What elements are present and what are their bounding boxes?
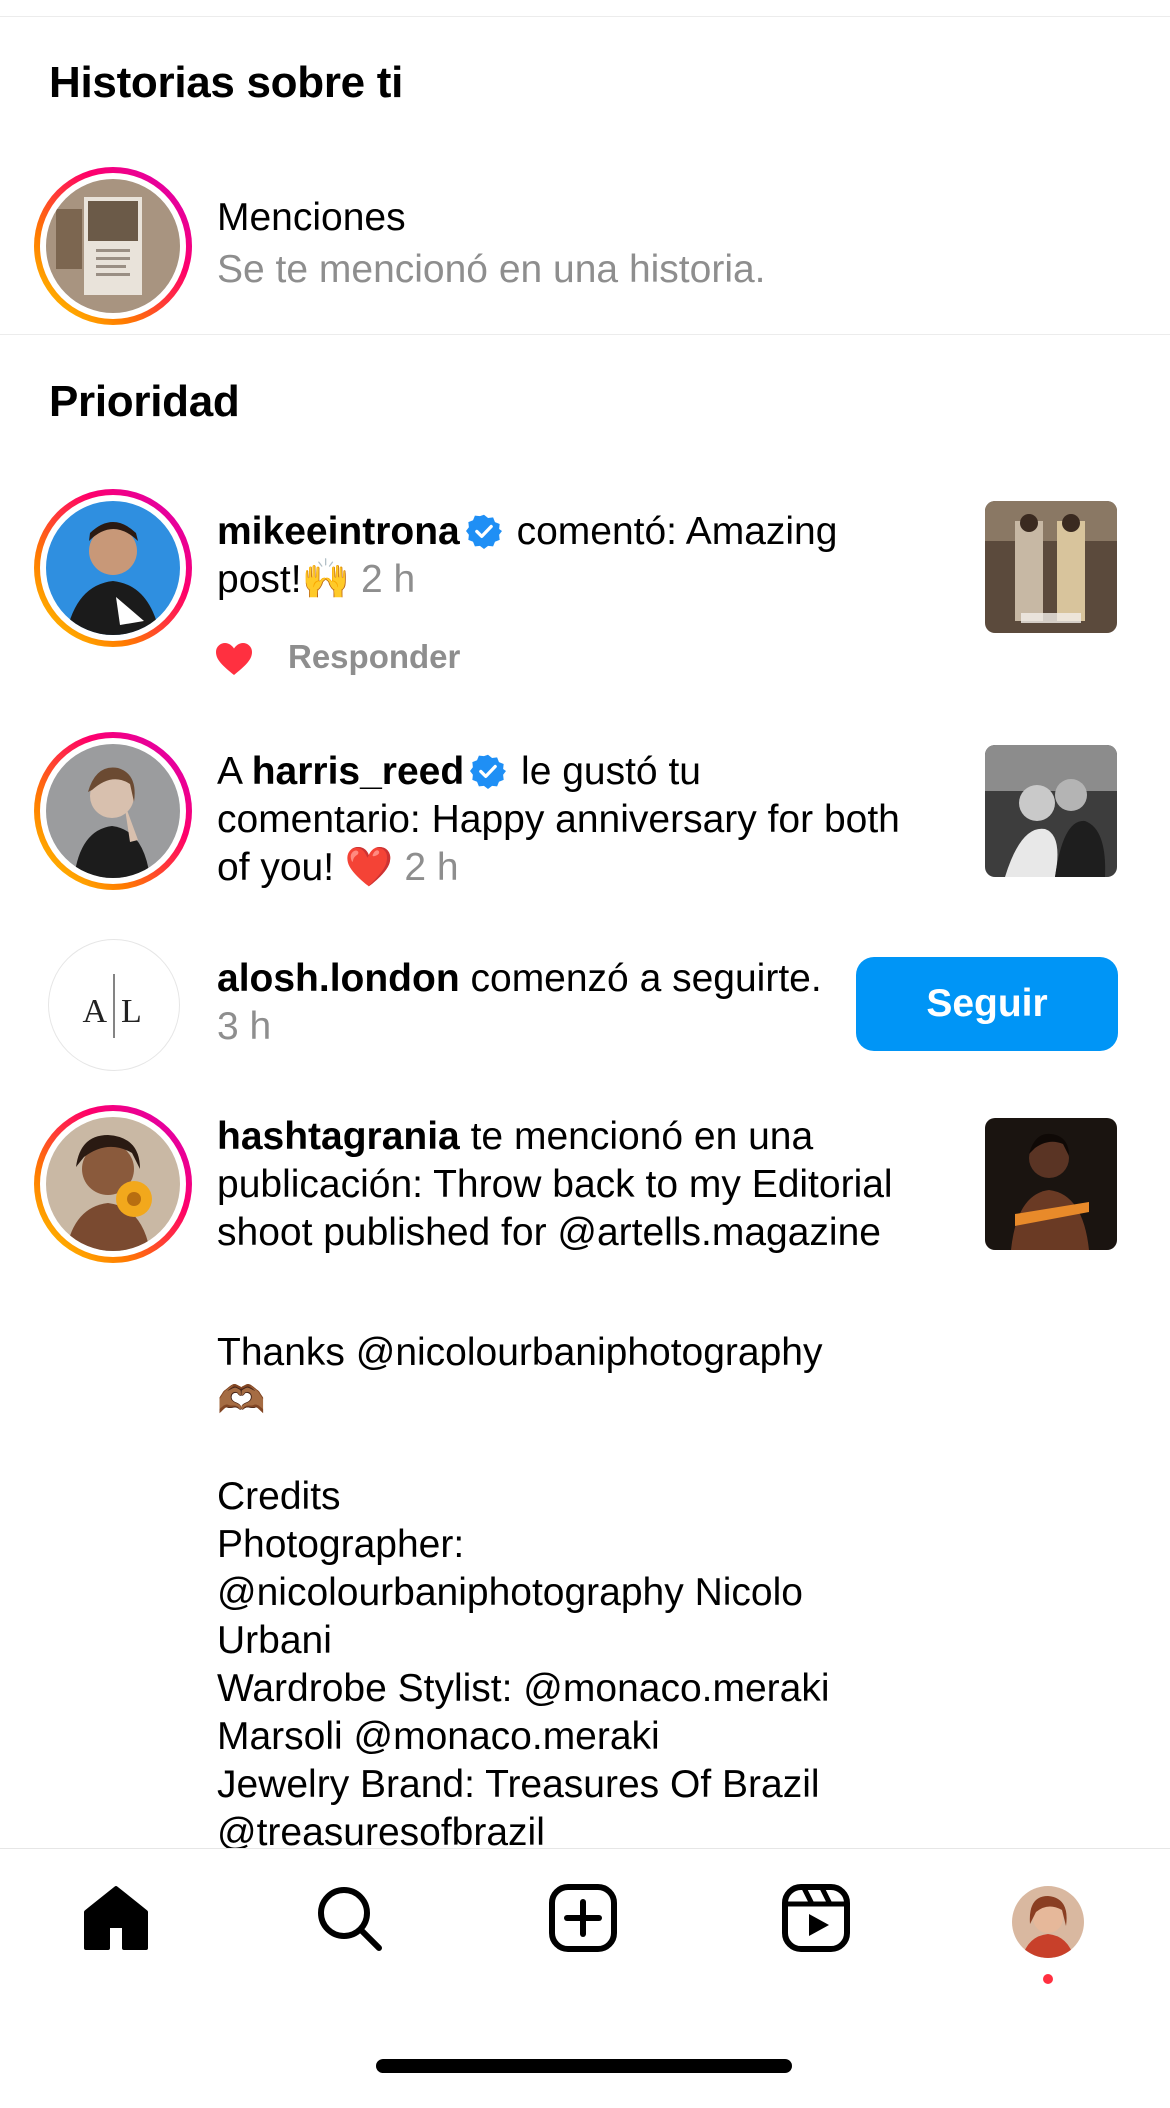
mikeeintrona-story-ring[interactable] <box>34 489 192 647</box>
section-divider <box>0 334 1170 335</box>
heart-icon[interactable] <box>215 642 253 676</box>
avatar-monogram-left: A <box>82 993 107 1030</box>
username[interactable]: mikeeintrona <box>217 510 460 553</box>
notification-text[interactable]: hashtagrania te mencionó en una publicac… <box>217 1113 907 1257</box>
alosh-london-avatar[interactable]: A L <box>48 939 180 1071</box>
notification-text[interactable]: mikeeintrona comentó: Amazing post!🙌 2 h <box>217 508 907 604</box>
post-thumbnail[interactable] <box>985 745 1117 877</box>
follow-button[interactable]: Seguir <box>856 957 1118 1051</box>
action-text: comenzó a seguirte. <box>470 957 822 1000</box>
section-title-priority: Prioridad <box>49 377 240 426</box>
timestamp: 2 h <box>360 558 416 601</box>
notification-dot <box>1043 1974 1053 1984</box>
mentions-avatar <box>46 179 180 313</box>
avatar <box>46 1117 180 1251</box>
reels-icon[interactable] <box>780 1882 852 1954</box>
hashtagrania-story-ring[interactable] <box>34 1105 192 1263</box>
username[interactable]: hashtagrania <box>217 1115 460 1158</box>
notification-text[interactable]: alosh.london comenzó a seguirte. 3 h <box>217 955 837 1051</box>
timestamp: 3 h <box>217 1005 272 1048</box>
timestamp: 2 h <box>404 846 459 889</box>
post-caption: Thanks @nicolourbaniphotography 🫶🏾 Credi… <box>217 1331 830 1854</box>
avatar <box>46 501 180 635</box>
profile-avatar[interactable] <box>1012 1886 1084 1958</box>
home-icon[interactable] <box>80 1882 152 1954</box>
post-thumbnail[interactable] <box>985 1118 1117 1250</box>
reply-button[interactable]: Responder <box>288 638 460 676</box>
search-icon[interactable] <box>313 1882 385 1954</box>
prefix-text: A <box>217 750 241 793</box>
verified-badge-icon <box>465 513 502 549</box>
mentions-story-ring[interactable] <box>34 167 192 325</box>
username[interactable]: harris_reed <box>252 750 464 793</box>
mentions-subtitle: Se te mencionó en una historia. <box>217 248 766 291</box>
home-indicator[interactable] <box>376 2059 792 2073</box>
harris-reed-story-ring[interactable] <box>34 732 192 890</box>
post-thumbnail[interactable] <box>985 501 1117 633</box>
create-icon[interactable] <box>547 1882 619 1954</box>
section-title-stories: Historias sobre ti <box>49 58 404 107</box>
avatar <box>46 744 180 878</box>
mentions-title[interactable]: Menciones <box>217 196 406 240</box>
top-divider <box>0 16 1170 17</box>
avatar-monogram-right: L <box>121 993 142 1030</box>
username[interactable]: alosh.london <box>217 957 460 1000</box>
verified-badge-icon <box>470 753 507 789</box>
notification-text[interactable]: A harris_reed le gustó tu comentario: Ha… <box>217 748 907 892</box>
